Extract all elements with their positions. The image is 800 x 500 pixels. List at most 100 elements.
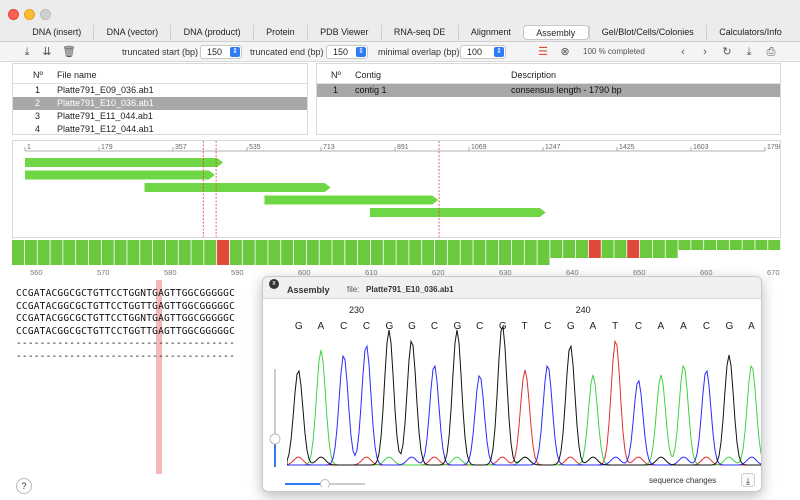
stepper-icon[interactable]: ⇕ <box>230 47 240 57</box>
download-icon[interactable]: ⤓ <box>742 45 756 59</box>
row-file-name: Platte791_E12_044.ab1 <box>57 124 154 134</box>
list-view-icon[interactable]: ☰ <box>536 45 550 59</box>
ruler-tick-label: 891 <box>397 144 409 151</box>
column-header-description[interactable]: Description <box>511 70 556 80</box>
table-row[interactable]: 3 Platte791_E11_044.ab1 <box>13 110 307 123</box>
close-window-button[interactable] <box>8 9 19 20</box>
help-button[interactable]: ? <box>16 478 32 494</box>
cancel-icon[interactable]: ⊗ <box>558 45 572 59</box>
base-call: C <box>476 321 483 332</box>
back-icon[interactable]: ‹ <box>676 45 690 59</box>
column-header-contig[interactable]: Contig <box>355 70 381 80</box>
table-row[interactable]: 1 contig 1 consensus length - 1790 bp <box>317 84 780 97</box>
trace-a <box>287 349 761 466</box>
base-call: A <box>748 321 755 332</box>
quality-block <box>755 240 768 250</box>
quality-block <box>140 240 153 265</box>
truncated-end-stepper[interactable]: 150 ⇕ <box>326 45 368 59</box>
chromatogram-panel: x Assembly file: Platte791_E10_036.ab1 2… <box>262 276 762 492</box>
quality-block <box>601 240 614 258</box>
close-icon[interactable]: x <box>269 279 279 289</box>
column-header-file-name[interactable]: File name <box>57 70 97 80</box>
panel-file-name: Platte791_E10_036.ab1 <box>366 285 454 294</box>
zoom-window-button[interactable] <box>40 9 51 20</box>
assembly-overview[interactable]: 1 179 357 535 713 891 1069 1247 1425 1603 1790 <box>12 140 781 238</box>
quality-block <box>306 240 319 265</box>
quality-block <box>691 240 704 250</box>
column-header-number[interactable]: Nº <box>331 70 341 80</box>
truncated-start-label: truncated start (bp) <box>122 47 199 57</box>
quality-block <box>550 240 563 258</box>
truncated-end-value: 150 <box>333 47 349 57</box>
quality-block <box>37 240 50 265</box>
tab-gel-blot-cells-colonies[interactable]: Gel/Blot/Cells/Colonies <box>588 25 706 40</box>
truncated-end-label: truncated end (bp) <box>250 47 324 57</box>
tab-calculators-info[interactable]: Calculators/Info <box>706 25 794 40</box>
quality-block <box>588 240 601 258</box>
progress-text: 100 % completed <box>583 47 645 56</box>
trace-c <box>287 344 761 466</box>
stepper-icon[interactable]: ⇕ <box>494 47 504 57</box>
tab-dna-insert[interactable]: DNA (insert) <box>20 25 93 40</box>
stepper-icon[interactable]: ⇕ <box>356 47 366 57</box>
ruler-tick-label: 670 <box>767 268 780 277</box>
tab-dna-vector[interactable]: DNA (vector) <box>93 25 170 40</box>
forward-icon[interactable]: › <box>698 45 712 59</box>
quality-block <box>704 240 717 250</box>
quality-block <box>499 240 512 265</box>
trace-t <box>287 339 761 466</box>
minimize-window-button[interactable] <box>24 9 35 20</box>
truncated-start-value: 150 <box>207 47 223 57</box>
base-call: T <box>612 321 618 332</box>
quality-block <box>537 240 550 265</box>
quality-block <box>486 240 499 265</box>
print-icon[interactable]: ⎙ <box>764 45 778 59</box>
tab-dna-product[interactable]: DNA (product) <box>170 25 252 40</box>
tab-assembly[interactable]: Assembly <box>523 25 589 40</box>
tab-alignment[interactable]: Alignment <box>457 25 523 40</box>
base-call: C <box>635 321 642 332</box>
read-arrow <box>369 208 546 217</box>
contigs-table-header: Nº Contig Description <box>317 64 780 84</box>
quality-block <box>729 240 742 250</box>
contigs-table: Nº Contig Description 1 contig 1 consensus… <box>316 63 781 135</box>
tab-rna-seq-de[interactable]: RNA-seq DE <box>380 25 458 40</box>
download-icon[interactable]: ⤓ <box>741 473 755 487</box>
quality-block <box>563 240 576 258</box>
import-alt-icon[interactable]: ⇊ <box>40 45 54 59</box>
base-call: G <box>726 321 734 332</box>
sequence-line: CCGATACGGCGCTGTTCCTGGTTGAGTTGGCGGGGGC <box>16 300 236 312</box>
ruler-tick-label: 1603 <box>693 144 709 151</box>
row-number: 4 <box>35 124 41 134</box>
chromatogram-trace[interactable]: 230 240G A C C G G C G C G T C G A T C A A C G A <box>287 299 762 469</box>
sequence-line: ------------------------------------- <box>16 338 236 349</box>
truncated-start-stepper[interactable]: 150 ⇕ <box>200 45 242 59</box>
trash-icon[interactable]: 🗑 <box>62 45 76 59</box>
base-call: C <box>340 321 347 332</box>
horizontal-zoom-slider[interactable] <box>285 479 365 487</box>
table-row[interactable]: 2 Platte791_E10_036.ab1 <box>13 97 307 110</box>
sequence-changes-label: sequence changes <box>649 476 717 485</box>
quality-block <box>460 240 473 265</box>
table-row[interactable]: 1 Platte791_E09_036.ab1 <box>13 84 307 97</box>
quality-block <box>152 240 165 265</box>
ruler-tick-label: 570 <box>97 268 110 277</box>
quality-block <box>50 240 63 265</box>
quality-block <box>242 240 255 265</box>
table-row[interactable]: 4 Platte791_E12_044.ab1 <box>13 123 307 134</box>
quality-block <box>358 240 371 265</box>
minimal-overlap-stepper[interactable]: 100 ⇕ <box>460 45 506 59</box>
quality-bar <box>12 240 781 265</box>
ruler-tick-label: 535 <box>249 144 261 151</box>
quality-block <box>422 240 435 265</box>
tab-protein[interactable]: Protein <box>252 25 307 40</box>
column-header-number[interactable]: Nº <box>33 70 43 80</box>
tab-pdb-viewer[interactable]: PDB Viewer <box>306 25 381 40</box>
quality-block <box>678 240 691 250</box>
minimal-overlap-label: minimal overlap (bp) <box>378 47 460 57</box>
vertical-zoom-slider[interactable] <box>269 369 281 467</box>
refresh-icon[interactable]: ↻ <box>720 45 734 59</box>
import-icon[interactable]: ⤓ <box>20 45 34 59</box>
base-call: A <box>318 321 325 332</box>
quality-block <box>716 240 729 250</box>
